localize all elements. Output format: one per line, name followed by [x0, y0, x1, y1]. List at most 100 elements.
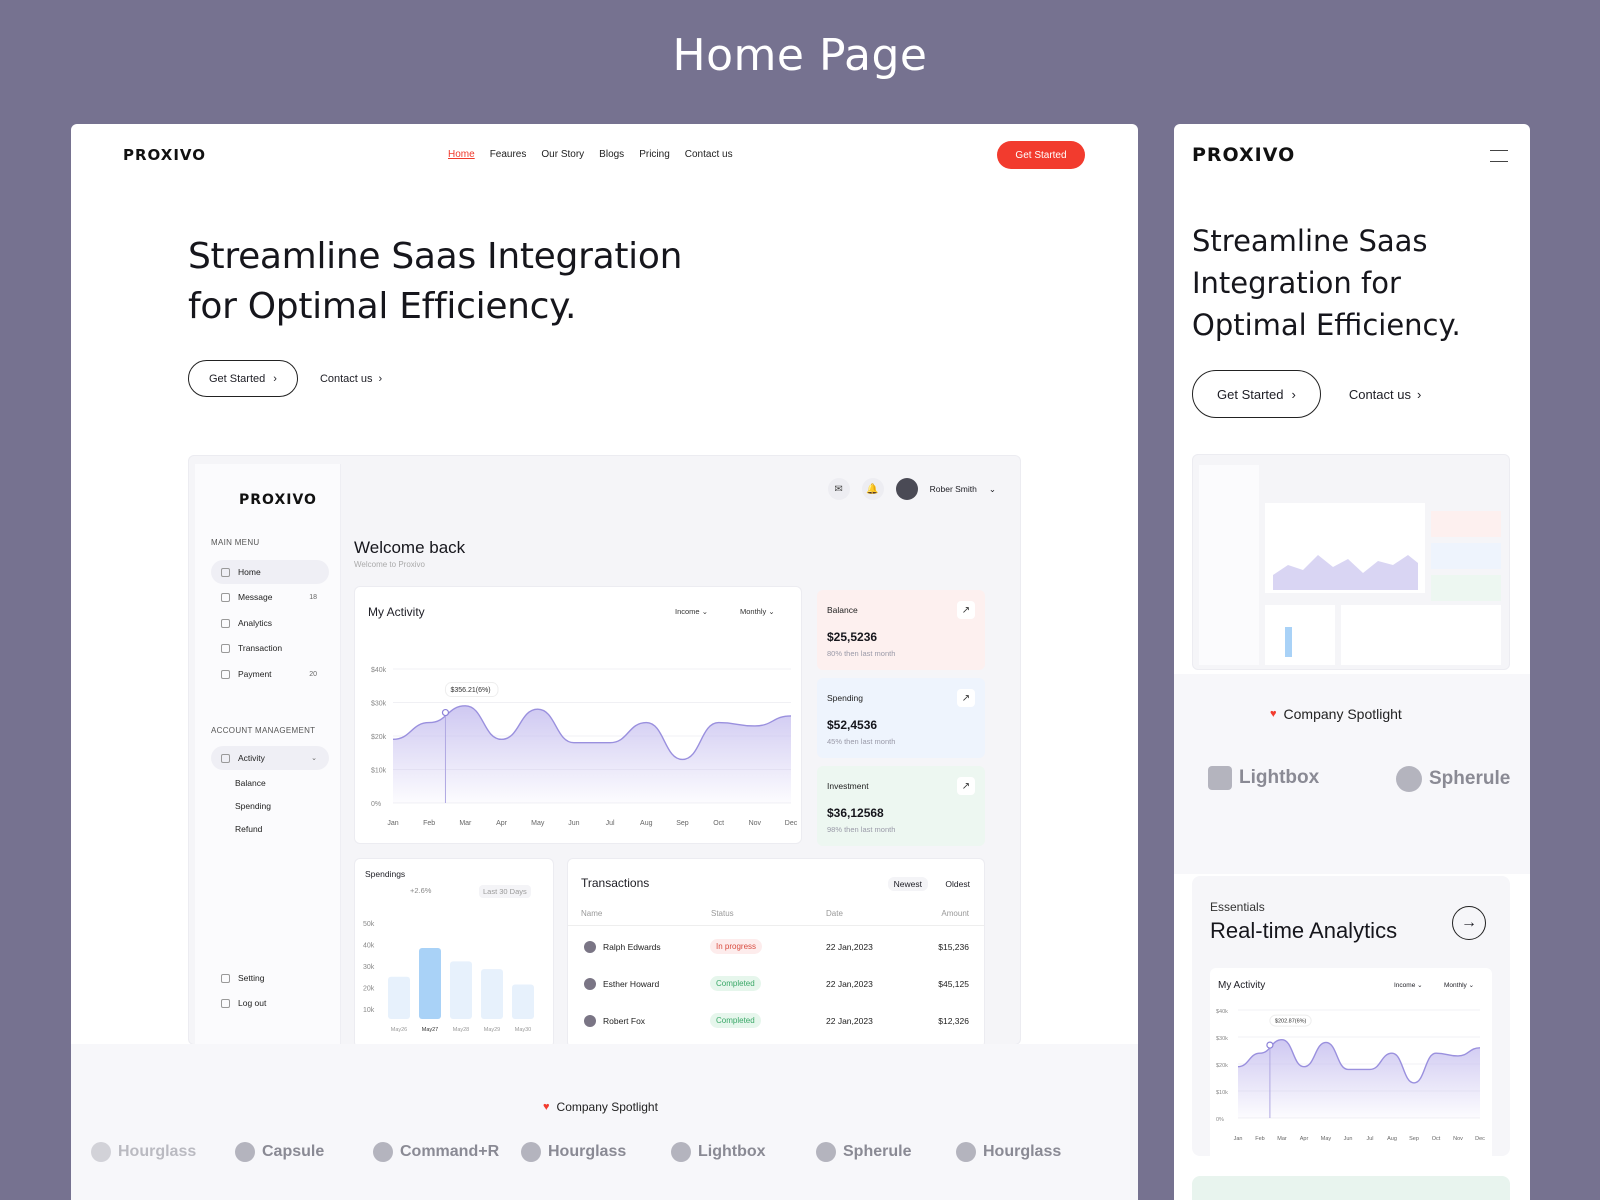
- y-tick-label: $40k: [371, 667, 387, 674]
- company-spotlight: ♥ Company Spotlight: [543, 1100, 658, 1114]
- x-tick-label: Aug: [1387, 1136, 1397, 1142]
- sort-newest[interactable]: Newest: [887, 877, 928, 891]
- hero-title-line1: Streamline Saas Integration: [188, 236, 683, 277]
- nav-contact[interactable]: Contact us: [685, 149, 733, 160]
- mobile-hero-actions: Get Started › Contact us ›: [1192, 370, 1421, 418]
- dashboard-header-actions: ✉ 🔔 Rober Smith ⌄: [827, 478, 996, 500]
- get-started-nav-button[interactable]: Get Started: [997, 141, 1085, 169]
- sidebar-item-label: Payment: [238, 669, 272, 679]
- brand-logo[interactable]: PROXIVO: [1192, 144, 1295, 166]
- y-tick-label: 50k: [363, 921, 375, 928]
- spending-sub: 45% then last month: [827, 737, 896, 746]
- spending-card[interactable]: Spending ↗ $52,4536 45% then last month: [817, 678, 985, 758]
- sort-oldest[interactable]: Oldest: [945, 877, 970, 891]
- nav-home[interactable]: Home: [448, 149, 475, 160]
- col-status: Status: [711, 909, 734, 918]
- get-started-button[interactable]: Get Started ›: [1192, 370, 1321, 418]
- x-tick-label: May30: [515, 1027, 532, 1033]
- brand-spherule: Spherule: [1396, 766, 1510, 792]
- tx-name: Ralph Edwards: [603, 942, 661, 952]
- arrow-up-right-icon[interactable]: ↗: [957, 601, 975, 619]
- y-tick-label: 20k: [363, 986, 375, 993]
- nav-features[interactable]: Feaures: [490, 149, 527, 160]
- brand-name: Hourglass: [983, 1143, 1062, 1160]
- heart-icon: ♥: [1270, 708, 1277, 720]
- welcome-title: Welcome back: [354, 538, 466, 557]
- get-started-button[interactable]: Get Started ›: [188, 360, 298, 397]
- x-tick-label: Jul: [606, 820, 615, 827]
- gear-icon: [221, 973, 230, 983]
- y-tick-label: $20k: [1216, 1063, 1228, 1069]
- nav-our-story[interactable]: Our Story: [541, 149, 584, 160]
- next-card-peek: [1192, 1176, 1510, 1200]
- brand-name: Command+R: [400, 1143, 500, 1160]
- sidebar-sub-balance[interactable]: Balance: [235, 778, 266, 788]
- sidebar-item-logout[interactable]: Log out: [211, 991, 329, 1015]
- series-area: [1238, 1039, 1480, 1118]
- spherule-logo-icon: [1396, 766, 1422, 792]
- hero-title: Streamline Saas Integration for Optimal …: [188, 232, 708, 332]
- chevron-down-icon[interactable]: ⌄: [989, 484, 996, 495]
- status-badge: Completed: [710, 1013, 761, 1028]
- investment-label: Investment: [827, 781, 869, 791]
- brand-logo[interactable]: PROXIVO: [123, 146, 206, 164]
- bar-May30: [512, 984, 534, 1019]
- mobile-hero-line2: Integration for: [1192, 266, 1401, 300]
- sidebar-item-label: Message: [238, 592, 273, 602]
- activity-card: My Activity Income ⌄ Monthly ⌄ $40k $30k $…: [354, 586, 802, 844]
- balance-card[interactable]: Balance ↗ $25,5236 80% then last month: [817, 590, 985, 670]
- avatar: [584, 941, 596, 953]
- sidebar-item-home[interactable]: Home: [211, 560, 329, 584]
- lightbox-logo-icon: [1208, 766, 1232, 790]
- home-icon: [221, 567, 230, 577]
- sidebar-item-payment[interactable]: Payment 20: [211, 662, 329, 686]
- mobile-hero-line3: Optimal Efficiency.: [1192, 308, 1461, 342]
- avatar: [584, 978, 596, 990]
- contact-us-link[interactable]: Contact us ›: [320, 373, 382, 385]
- mobile-preview: PROXIVO Streamline Saas Integration for …: [1174, 124, 1530, 1200]
- nav-pricing[interactable]: Pricing: [639, 149, 670, 160]
- y-tick-label: $40k: [1216, 1009, 1228, 1015]
- desktop-navbar: PROXIVO Home Feaures Our Story Blogs Pri…: [71, 124, 1138, 186]
- dashboard-main: ✉ 🔔 Rober Smith ⌄ Welcome back Welcome t…: [341, 464, 1020, 1044]
- y-tick-label: 0%: [1216, 1117, 1224, 1123]
- sidebar-sub-spending[interactable]: Spending: [235, 801, 271, 811]
- contact-us-link[interactable]: Contact us ›: [1349, 387, 1422, 402]
- sidebar-item-message[interactable]: Message 18: [211, 585, 329, 609]
- message-count: 18: [309, 593, 317, 601]
- user-name[interactable]: Rober Smith: [930, 484, 977, 494]
- get-started-label: Get Started: [1217, 386, 1284, 402]
- x-tick-label: Oct: [713, 820, 724, 827]
- bell-icon[interactable]: 🔔: [861, 478, 884, 500]
- y-tick-label: $20k: [371, 734, 387, 741]
- table-row[interactable]: Ralph Edwards In progress 22 Jan,2023 $1…: [568, 939, 984, 959]
- x-tick-label: Feb: [1255, 1136, 1264, 1142]
- brand-lightbox: Lightbox: [1208, 766, 1319, 790]
- x-tick-label: Dec: [1475, 1136, 1485, 1142]
- account-caption: ACCOUNT MANAGEMENT: [211, 726, 316, 735]
- brand-logo-capsule: Capsule: [235, 1142, 324, 1162]
- x-tick-label: May: [1321, 1136, 1332, 1142]
- sidebar-item-setting[interactable]: Setting: [211, 966, 329, 990]
- sidebar-item-activity[interactable]: Activity ⌄: [211, 746, 329, 770]
- nav-blogs[interactable]: Blogs: [599, 149, 624, 160]
- table-row[interactable]: Robert Fox Completed 22 Jan,2023 $12,326: [568, 1013, 984, 1033]
- table-row[interactable]: Esther Howard Completed 22 Jan,2023 $45,…: [568, 976, 984, 996]
- spendings-chart: 50k 40k 30k 20k 10k May26 May27 May28 May29 May30: [363, 921, 534, 1033]
- investment-card[interactable]: Investment ↗ $36,12568 98% then last mon…: [817, 766, 985, 846]
- sidebar-item-analytics[interactable]: Analytics: [211, 611, 329, 635]
- chevron-right-icon: ›: [1291, 386, 1296, 402]
- arrow-right-icon[interactable]: →: [1452, 906, 1486, 940]
- investment-value: $36,12568: [827, 806, 884, 820]
- hamburger-menu-icon[interactable]: [1490, 150, 1508, 162]
- arrow-up-right-icon[interactable]: ↗: [957, 689, 975, 707]
- avatar[interactable]: [895, 478, 918, 500]
- sidebar-sub-refund[interactable]: Refund: [235, 824, 262, 834]
- dashboard-sidebar: PROXIVO MAIN MENU Home Message 18 Analyti…: [195, 464, 341, 1044]
- arrow-up-right-icon[interactable]: ↗: [957, 777, 975, 795]
- brand-name: Lightbox: [698, 1143, 766, 1160]
- sidebar-item-transaction[interactable]: Transaction: [211, 636, 329, 660]
- x-tick-label: Jun: [1344, 1136, 1353, 1142]
- mail-icon[interactable]: ✉: [827, 478, 850, 500]
- brand-name: Hourglass: [548, 1143, 627, 1160]
